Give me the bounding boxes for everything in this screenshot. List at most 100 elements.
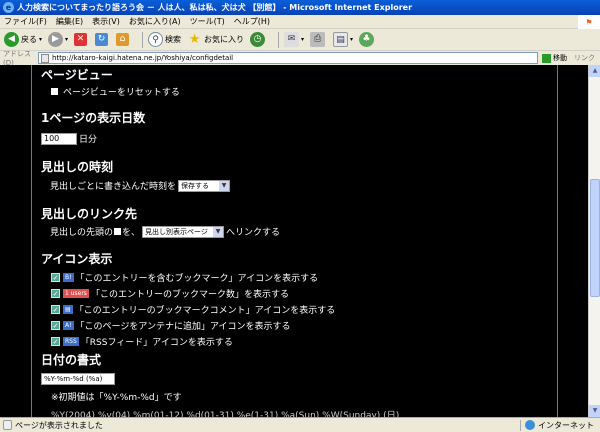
checkbox-checked-icon[interactable]: ✓ bbox=[51, 289, 60, 298]
pageview-reset-row[interactable]: ページビューをリセットする bbox=[51, 85, 180, 98]
icon-option-label: 「このエントリーのブックマーク数」を表示する bbox=[90, 290, 289, 300]
go-button[interactable]: 移動 bbox=[538, 53, 574, 63]
history-icon: ◷ bbox=[250, 32, 266, 47]
link-heading: 見出しのリンク先 bbox=[41, 207, 138, 221]
time-heading: 見出しの時刻 bbox=[41, 160, 114, 174]
date-format-input[interactable]: %Y-%m-%d (%a) bbox=[41, 373, 115, 385]
menu-help[interactable]: ヘルプ(H) bbox=[234, 16, 270, 27]
checkbox-checked-icon[interactable]: ✓ bbox=[51, 321, 60, 330]
stop-button[interactable]: ✕ bbox=[74, 33, 89, 46]
page-icon bbox=[41, 53, 49, 63]
globe-icon bbox=[525, 420, 535, 430]
search-icon: ⚲ bbox=[148, 32, 164, 47]
menu-edit[interactable]: 編集(E) bbox=[56, 16, 83, 27]
icon-option-row[interactable]: ✓ ▤ 「このエントリーのブックマークコメント」アイコンを表示する bbox=[51, 303, 335, 316]
icon-option-row[interactable]: ✓ RSS 「RSSフィード」アイコンを表示する bbox=[51, 335, 233, 348]
menu-favorites[interactable]: お気に入り(A) bbox=[129, 16, 181, 27]
chevron-down-icon: ▼ bbox=[219, 180, 230, 191]
time-prefix: 見出しごとに書き込んだ時刻を bbox=[50, 182, 177, 192]
menu-view[interactable]: 表示(V) bbox=[92, 16, 120, 27]
stop-icon: ✕ bbox=[74, 33, 88, 46]
toolbar-separator bbox=[142, 31, 144, 48]
home-button[interactable]: ⌂ bbox=[116, 33, 131, 46]
scroll-down-icon[interactable]: ▼ bbox=[589, 405, 600, 417]
toolbar-separator bbox=[278, 31, 280, 48]
option-badge: B! bbox=[63, 273, 74, 282]
toolbar: ◀ 戻る ▾ ▶ ▾ ✕ ↻ ⌂ ⚲ 検索 ★ お気に入り ◷ ✉ ▾ ⎙ ▤ … bbox=[0, 29, 600, 51]
search-button[interactable]: ⚲ 検索 bbox=[148, 32, 181, 47]
mail-button[interactable]: ✉ ▾ bbox=[284, 32, 304, 47]
checkbox-checked-icon[interactable]: ✓ bbox=[51, 337, 60, 346]
go-label: 移動 bbox=[553, 54, 567, 62]
zone-label: インターネット bbox=[538, 420, 594, 430]
menu-file[interactable]: ファイル(F) bbox=[4, 16, 47, 27]
ie-icon: e bbox=[3, 2, 14, 13]
forward-arrow-icon: ▶ bbox=[48, 32, 64, 47]
favorites-button[interactable]: ★ お気に入り bbox=[187, 32, 244, 47]
window-titlebar: e 人力検索についてまったり語ろう会 － 人は人、私は私、犬は犬 【別館】 - … bbox=[0, 0, 600, 15]
menu-tools[interactable]: ツール(T) bbox=[190, 16, 225, 27]
window-title: 人力検索についてまったり語ろう会 － 人は人、私は私、犬は犬 【別館】 - Mi… bbox=[17, 3, 413, 12]
checkbox-checked-icon[interactable]: ✓ bbox=[51, 273, 60, 282]
refresh-button[interactable]: ↻ bbox=[95, 33, 110, 46]
icon-option-label: 「このエントリーを含むブックマーク」アイコンを表示する bbox=[75, 274, 319, 284]
history-button[interactable]: ◷ bbox=[250, 32, 267, 47]
icon-option-label: 「このページをアンテナに追加」アイコンを表示する bbox=[75, 322, 291, 332]
pageview-heading: ページビュー bbox=[41, 68, 113, 82]
icon-option-row[interactable]: ✓ 1 users 「このエントリーのブックマーク数」を表示する bbox=[51, 287, 289, 300]
chevron-down-icon: ▾ bbox=[301, 36, 305, 43]
star-icon: ★ bbox=[188, 32, 201, 47]
links-label[interactable]: リンク bbox=[574, 53, 600, 63]
icon-option-label: 「このエントリーのブックマークコメント」アイコンを表示する bbox=[74, 306, 336, 316]
days-heading: 1ページの表示日数 bbox=[41, 111, 146, 125]
windows-logo-icon: ⚑ bbox=[578, 15, 600, 29]
scroll-up-icon[interactable]: ▲ bbox=[589, 65, 600, 77]
checkbox-checked-icon[interactable]: ✓ bbox=[51, 305, 60, 314]
page-done-icon bbox=[3, 420, 12, 430]
go-arrow-icon bbox=[542, 53, 551, 63]
back-button[interactable]: ◀ 戻る ▾ bbox=[4, 32, 42, 47]
link-suffix: へリンクする bbox=[226, 228, 281, 238]
days-unit: 日分 bbox=[79, 135, 98, 145]
address-input[interactable]: http://kataro-kaigi.hatena.ne.jp/Yoshiya… bbox=[38, 52, 538, 64]
status-bar: ページが表示されました インターネット bbox=[0, 417, 600, 432]
days-input[interactable]: 100 bbox=[41, 132, 77, 145]
content-frame: ページビュー ページビューをリセットする 1ページの表示日数 100 日分 見出… bbox=[31, 65, 558, 417]
time-select[interactable]: 保存する ▼ bbox=[178, 179, 231, 192]
reset-checkbox[interactable] bbox=[51, 88, 58, 95]
option-badge: A! bbox=[63, 321, 74, 330]
link-row: 見出しの先頭の を、 見出し別表示ページ ▼ へリンクする bbox=[50, 225, 280, 238]
date-format-help-text: %Y(2004) %y(04) %m(01-12) %d(01-31) %e(1… bbox=[51, 411, 400, 417]
chevron-down-icon: ▾ bbox=[39, 36, 43, 43]
time-select-value: 保存する bbox=[181, 181, 210, 190]
icon-option-row[interactable]: ✓ A! 「このページをアンテナに追加」アイコンを表示する bbox=[51, 319, 291, 332]
refresh-icon: ↻ bbox=[95, 33, 109, 46]
icon-option-label: 「RSSフィード」アイコンを表示する bbox=[80, 338, 233, 348]
option-badge: RSS bbox=[63, 337, 79, 346]
link-select[interactable]: 見出し別表示ページ ▼ bbox=[142, 225, 225, 238]
security-zone: インターネット bbox=[520, 419, 600, 431]
status-message: ページが表示されました bbox=[15, 420, 103, 430]
menu-bar: ファイル(F) 編集(E) 表示(V) お気に入り(A) ツール(T) ヘルプ(… bbox=[0, 15, 600, 29]
chevron-down-icon: ▾ bbox=[65, 36, 69, 43]
scroll-thumb[interactable] bbox=[590, 179, 600, 297]
link-prefix: 見出しの先頭の bbox=[50, 228, 114, 238]
date-format-help: %Y(2004) %y(04) %m(01-12) %d(01-31) %e(1… bbox=[51, 408, 399, 417]
icon-option-row[interactable]: ✓ B! 「このエントリーを含むブックマーク」アイコンを表示する bbox=[51, 271, 318, 284]
date-format-row: %Y-%m-%d (%a) bbox=[41, 373, 115, 385]
print-button[interactable]: ⎙ bbox=[310, 32, 327, 47]
option-badge: ▤ bbox=[63, 305, 73, 314]
chevron-down-icon: ▼ bbox=[213, 226, 224, 237]
messenger-button[interactable]: ♣ bbox=[359, 32, 376, 47]
square-icon bbox=[114, 228, 122, 235]
link-select-value: 見出し別表示ページ bbox=[145, 227, 208, 236]
back-arrow-icon: ◀ bbox=[4, 32, 19, 47]
favorites-label: お気に入り bbox=[204, 35, 245, 44]
pageview-reset-label: ページビューをリセットする bbox=[63, 88, 180, 98]
time-row: 見出しごとに書き込んだ時刻を 保存する ▼ bbox=[50, 179, 232, 192]
messenger-icon: ♣ bbox=[359, 32, 375, 47]
forward-button[interactable]: ▶ ▾ bbox=[48, 32, 68, 47]
edit-button[interactable]: ▤ ▾ bbox=[333, 32, 353, 47]
vertical-scrollbar[interactable]: ▲ ▼ bbox=[588, 65, 600, 417]
link-mid: を、 bbox=[122, 228, 141, 238]
